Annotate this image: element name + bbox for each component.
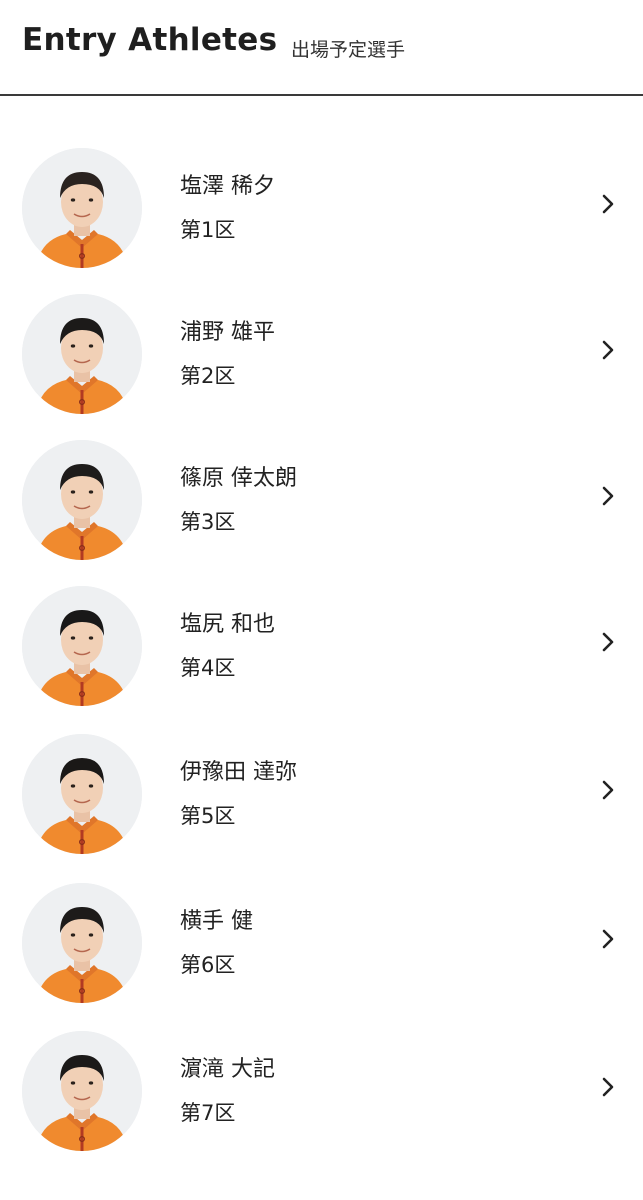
athlete-name: 濵滝 大記 (180, 1057, 275, 1082)
athlete-name: 塩尻 和也 (180, 612, 275, 637)
athlete-section: 第6区 (180, 953, 236, 977)
chevron-right-icon[interactable] (596, 484, 620, 508)
athlete-row[interactable]: 伊豫田 達弥 第5区 (0, 734, 643, 864)
athlete-row[interactable]: 篠原 倖太朗 第3区 (0, 440, 643, 570)
athlete-section: 第5区 (180, 804, 236, 828)
athlete-name: 浦野 雄平 (180, 320, 275, 345)
chevron-right-icon[interactable] (596, 630, 620, 654)
athlete-photo (22, 734, 142, 854)
chevron-right-icon[interactable] (596, 192, 620, 216)
chevron-right-icon[interactable] (596, 338, 620, 362)
athlete-photo (22, 586, 142, 706)
athlete-name: 伊豫田 達弥 (180, 760, 297, 785)
athlete-name: 篠原 倖太朗 (180, 466, 297, 491)
athlete-avatar (22, 440, 142, 560)
page-header: Entry Athletes 出場予定選手 (0, 0, 643, 96)
athlete-section: 第4区 (180, 656, 236, 680)
athlete-avatar (22, 294, 142, 414)
athlete-photo (22, 440, 142, 560)
athlete-name: 塩澤 稀夕 (180, 174, 275, 199)
athlete-avatar (22, 883, 142, 1003)
chevron-right-icon[interactable] (596, 778, 620, 802)
athlete-row[interactable]: 塩尻 和也第4区 (0, 586, 643, 716)
athlete-section: 第1区 (180, 218, 236, 242)
athlete-photo (22, 148, 142, 268)
athlete-row[interactable]: 浦野 雄平第2区 (0, 294, 643, 424)
athlete-section: 第2区 (180, 364, 236, 388)
athlete-photo (22, 294, 142, 414)
page-subtitle: 出場予定選手 (291, 39, 406, 61)
page-title: Entry Athletes (22, 22, 278, 58)
athlete-avatar (22, 1031, 142, 1151)
athlete-avatar (22, 148, 142, 268)
athlete-section: 第3区 (180, 510, 236, 534)
athlete-photo (22, 1031, 142, 1151)
athlete-row[interactable]: 濵滝 大記第7区 (0, 1031, 643, 1161)
athlete-avatar (22, 586, 142, 706)
athlete-avatar (22, 734, 142, 854)
chevron-right-icon[interactable] (596, 927, 620, 951)
athlete-row[interactable]: 塩澤 稀夕第1区 (0, 148, 643, 278)
athlete-row[interactable]: 横手 健第6区 (0, 883, 643, 1013)
chevron-right-icon[interactable] (596, 1075, 620, 1099)
athlete-photo (22, 883, 142, 1003)
athlete-name: 横手 健 (180, 909, 253, 934)
athlete-section: 第7区 (180, 1101, 236, 1125)
